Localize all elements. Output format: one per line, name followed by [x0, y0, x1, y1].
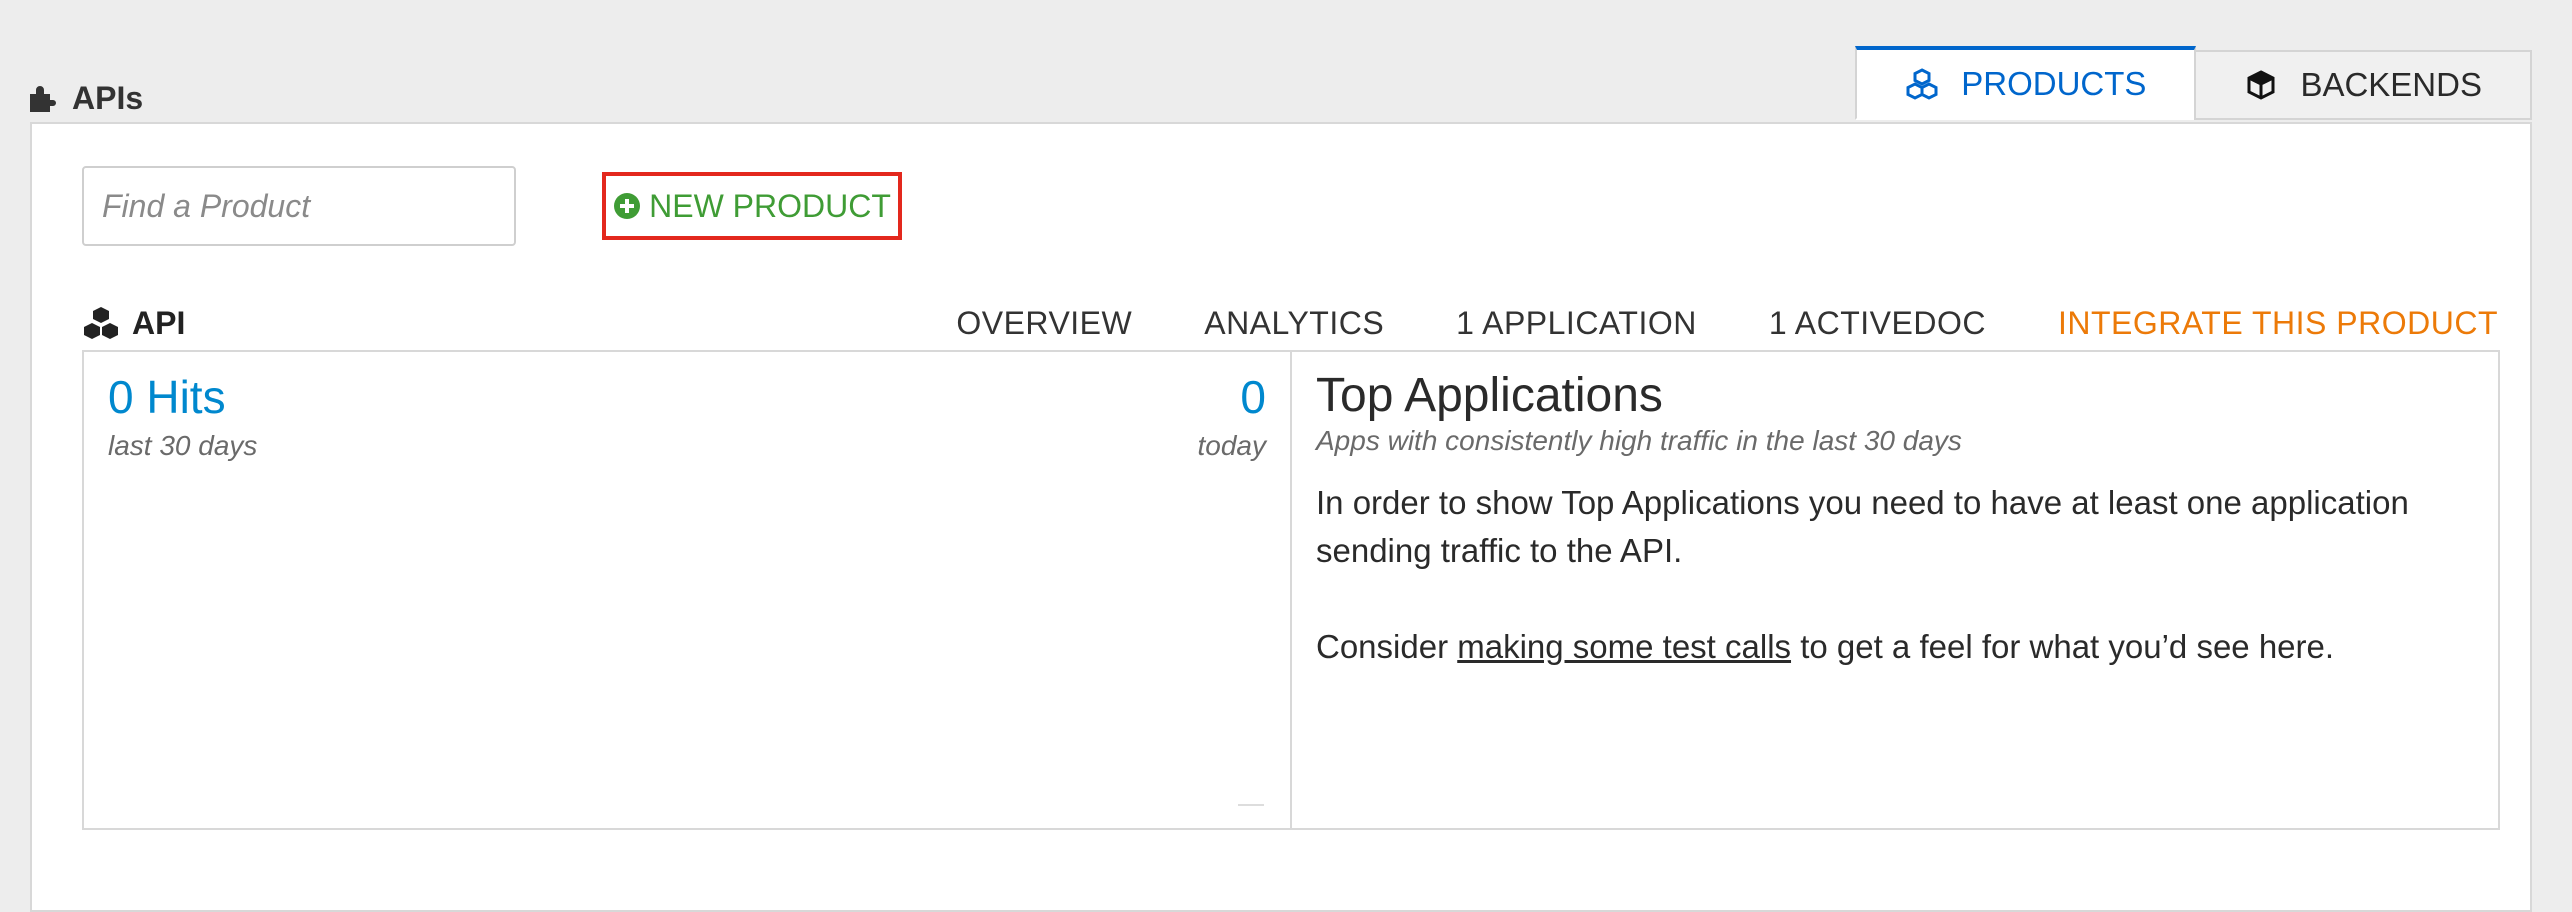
product-name: API [82, 305, 185, 342]
tab-label: BACKENDS [2300, 66, 2482, 103]
nav-overview[interactable]: OVERVIEW [956, 305, 1132, 342]
hint-suffix: to get a feel for what you’d see here. [1791, 628, 2335, 665]
test-calls-link[interactable]: making some test calls [1457, 628, 1791, 665]
tab-backends[interactable]: BACKENDS [2194, 50, 2532, 120]
top-apps-title: Top Applications [1316, 369, 1663, 422]
plus-circle-icon [614, 193, 641, 219]
new-product-label: NEW PRODUCT [649, 187, 891, 224]
nav-activedocs[interactable]: 1 ACTIVEDOC [1769, 305, 1986, 342]
section-title: APIs [28, 80, 143, 117]
product-nav: OVERVIEW ANALYTICS 1 APPLICATION 1 ACTIV… [956, 305, 2498, 342]
search-input[interactable] [84, 167, 530, 245]
tab-label: PRODUCTS [1961, 65, 2147, 102]
cube-icon [2247, 70, 2275, 100]
hits-today-caption: today [1197, 430, 1267, 461]
nav-applications[interactable]: 1 APPLICATION [1456, 305, 1697, 342]
top-apps-subtitle: Apps with consistently high traffic in t… [1316, 425, 1962, 456]
cubes-icon [1906, 68, 1938, 100]
cubes-icon [84, 307, 118, 339]
nav-integrate[interactable]: INTEGRATE THIS PRODUCT [2058, 305, 2498, 342]
product-header: API OVERVIEW ANALYTICS 1 APPLICATION 1 A… [82, 300, 2498, 346]
hits-total[interactable]: 0 Hits [108, 370, 226, 424]
section-title-label: APIs [72, 80, 144, 116]
top-apps-hint: Consider making some test calls to get a… [1316, 623, 2474, 671]
hits-today: 0 [1240, 371, 1266, 423]
top-apps-message: In order to show Top Applications you ne… [1316, 484, 2409, 569]
sparkline [1238, 804, 1264, 806]
products-panel: NEW PRODUCT API OVERVIEW ANALYTICS 1 APP… [30, 122, 2532, 912]
top-applications-widget: Top Applications Apps with consistently … [1292, 352, 2498, 828]
hint-prefix: Consider [1316, 628, 1458, 665]
product-stats: 0 Hits last 30 days 0 today Top Applicat… [82, 350, 2500, 830]
hits-total-caption: last 30 days [108, 430, 258, 461]
tab-products[interactable]: PRODUCTS [1855, 46, 2197, 120]
puzzle-icon [30, 85, 56, 112]
product-name-label: API [132, 304, 186, 341]
view-tabs: PRODUCTS BACKENDS [1855, 46, 2532, 120]
nav-analytics[interactable]: ANALYTICS [1204, 305, 1384, 342]
product-search[interactable] [82, 166, 530, 246]
hits-widget: 0 Hits last 30 days 0 today [84, 352, 1292, 828]
new-product-button[interactable]: NEW PRODUCT [602, 172, 902, 240]
